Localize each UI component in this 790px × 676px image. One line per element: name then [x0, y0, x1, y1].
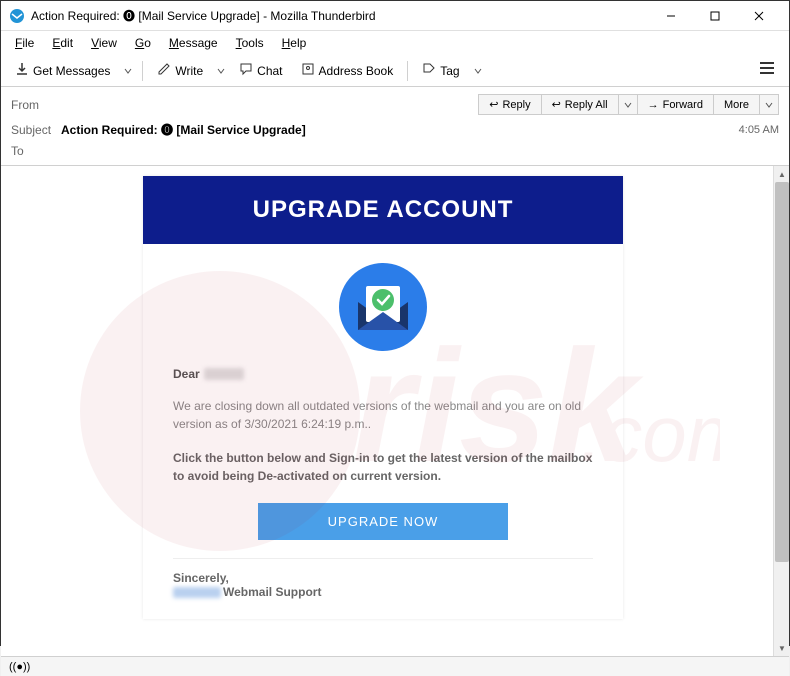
redacted-name [204, 368, 244, 380]
scroll-track[interactable] [774, 182, 789, 640]
message-body-area: PCrisk .com UPGRADE ACCOUNT [1, 166, 789, 656]
menu-help[interactable]: Help [274, 34, 315, 52]
tag-button[interactable]: Tag [414, 58, 467, 83]
email-greeting: Dear [173, 367, 593, 381]
address-book-icon [301, 62, 315, 79]
maximize-button[interactable] [693, 1, 737, 31]
window-title: Action Required: ⓿ [Mail Service Upgrade… [31, 7, 649, 24]
scroll-down-arrow[interactable]: ▼ [774, 640, 789, 656]
redacted-sender [173, 587, 221, 598]
menubar: File Edit View Go Message Tools Help [1, 31, 789, 55]
menu-view[interactable]: View [83, 34, 125, 52]
toolbar: Get Messages Write Chat Address Book Tag [1, 55, 789, 87]
email-signature: Sincerely, Webmail Support [173, 571, 593, 599]
tag-icon [422, 62, 436, 79]
subject-label: Subject [11, 123, 61, 137]
to-label: To [11, 144, 61, 158]
email-para1: We are closing down all outdated version… [173, 397, 593, 433]
menu-tools[interactable]: Tools [228, 34, 272, 52]
address-book-button[interactable]: Address Book [293, 58, 402, 83]
close-button[interactable] [737, 1, 781, 31]
reply-all-button[interactable]: ↩Reply All [542, 94, 619, 115]
more-button[interactable]: More [714, 94, 760, 115]
email-banner: UPGRADE ACCOUNT [143, 176, 623, 244]
chat-button[interactable]: Chat [231, 58, 290, 83]
get-messages-dropdown[interactable] [120, 60, 136, 82]
email-hero-icon [143, 244, 623, 367]
write-label: Write [175, 64, 203, 78]
download-icon [15, 62, 29, 79]
write-button[interactable]: Write [149, 58, 211, 83]
tag-label: Tag [440, 64, 459, 78]
reply-all-dropdown[interactable] [619, 94, 638, 115]
pencil-icon [157, 62, 171, 79]
message-time: 4:05 AM [739, 124, 779, 136]
more-dropdown[interactable] [760, 94, 779, 115]
email-message: UPGRADE ACCOUNT Dear We ar [143, 176, 623, 619]
scroll-up-arrow[interactable]: ▲ [774, 166, 789, 182]
message-header: From ↩Reply ↩Reply All →Forward More Sub… [1, 87, 789, 166]
reply-button[interactable]: ↩Reply [478, 94, 541, 115]
window-titlebar: Action Required: ⓿ [Mail Service Upgrade… [1, 1, 789, 31]
app-menu-button[interactable] [751, 57, 783, 84]
write-dropdown[interactable] [213, 60, 229, 82]
menu-file[interactable]: File [7, 34, 42, 52]
upgrade-now-button[interactable]: UPGRADE NOW [258, 503, 508, 540]
reply-icon: ↩ [489, 98, 498, 111]
vertical-scrollbar[interactable]: ▲ ▼ [773, 166, 789, 656]
chat-icon [239, 62, 253, 79]
reply-all-icon: ↩ [552, 98, 561, 111]
get-messages-label: Get Messages [33, 64, 110, 78]
forward-button[interactable]: →Forward [638, 94, 714, 115]
subject-value: Action Required: ⓿ [Mail Service Upgrade… [61, 121, 739, 138]
separator [142, 61, 143, 81]
get-messages-button[interactable]: Get Messages [7, 58, 118, 83]
from-label: From [11, 98, 61, 112]
thunderbird-icon [9, 8, 25, 24]
chat-label: Chat [257, 64, 282, 78]
tag-dropdown[interactable] [470, 60, 486, 82]
activity-icon: ((●)) [9, 661, 30, 673]
menu-go[interactable]: Go [127, 34, 159, 52]
statusbar: ((●)) [1, 656, 789, 676]
forward-icon: → [648, 99, 659, 111]
address-book-label: Address Book [319, 64, 394, 78]
minimize-button[interactable] [649, 1, 693, 31]
divider [173, 558, 593, 559]
email-para2: Click the button below and Sign-in to ge… [173, 449, 593, 485]
separator [407, 61, 408, 81]
menu-message[interactable]: Message [161, 34, 226, 52]
scroll-thumb[interactable] [775, 182, 789, 562]
menu-edit[interactable]: Edit [44, 34, 81, 52]
